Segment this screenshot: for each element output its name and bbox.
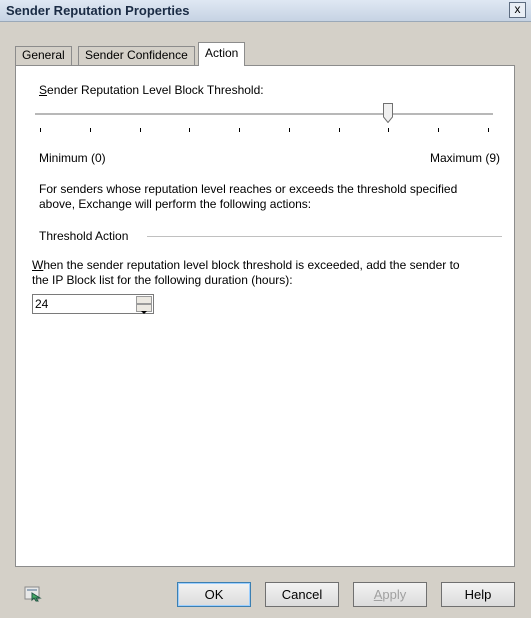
slider-label-accesskey: S <box>39 83 48 97</box>
duration-text-accesskey: W <box>32 258 44 272</box>
slider-tick <box>189 128 191 132</box>
slider-label: Sender Reputation Level Block Threshold: <box>39 83 264 97</box>
properties-window: Sender Reputation Properties x General S… <box>0 0 531 618</box>
slider-tick <box>488 128 489 132</box>
panel-content: Sender Reputation Level Block Threshold:… <box>0 0 531 618</box>
duration-input[interactable] <box>35 296 133 312</box>
slider-tick <box>338 128 340 132</box>
spin-down-button[interactable] <box>136 304 152 314</box>
slider-tick <box>288 128 290 132</box>
spin-down-icon <box>141 311 147 314</box>
spin-buttons <box>136 296 152 314</box>
threshold-slider-thumb[interactable] <box>383 103 394 123</box>
duration-text-rest: hen the sender reputation level block th… <box>43 258 460 272</box>
description-line2: above, Exchange will perform the followi… <box>39 197 312 211</box>
slider-tick <box>40 128 41 132</box>
threshold-action-header: Threshold Action <box>39 229 129 243</box>
spin-up-button[interactable] <box>136 296 152 307</box>
threshold-action-divider <box>147 236 502 237</box>
description-line1: For senders whose reputation level reach… <box>39 182 458 196</box>
slider-label-text: ender Reputation Level Block Threshold: <box>47 83 264 97</box>
threshold-slider-track[interactable] <box>35 113 493 116</box>
slider-tick <box>388 128 390 132</box>
slider-min-label: Minimum (0) <box>39 151 106 165</box>
slider-tick <box>438 128 440 132</box>
duration-text-line1: When the sender reputation level block t… <box>32 258 460 272</box>
duration-text-line2: the IP Block list for the following dura… <box>32 273 293 287</box>
slider-tick <box>239 128 241 132</box>
slider-tick <box>89 128 91 132</box>
slider-max-label: Maximum (9) <box>429 151 500 165</box>
slider-tick <box>139 128 141 132</box>
duration-spinbox[interactable] <box>32 294 154 314</box>
